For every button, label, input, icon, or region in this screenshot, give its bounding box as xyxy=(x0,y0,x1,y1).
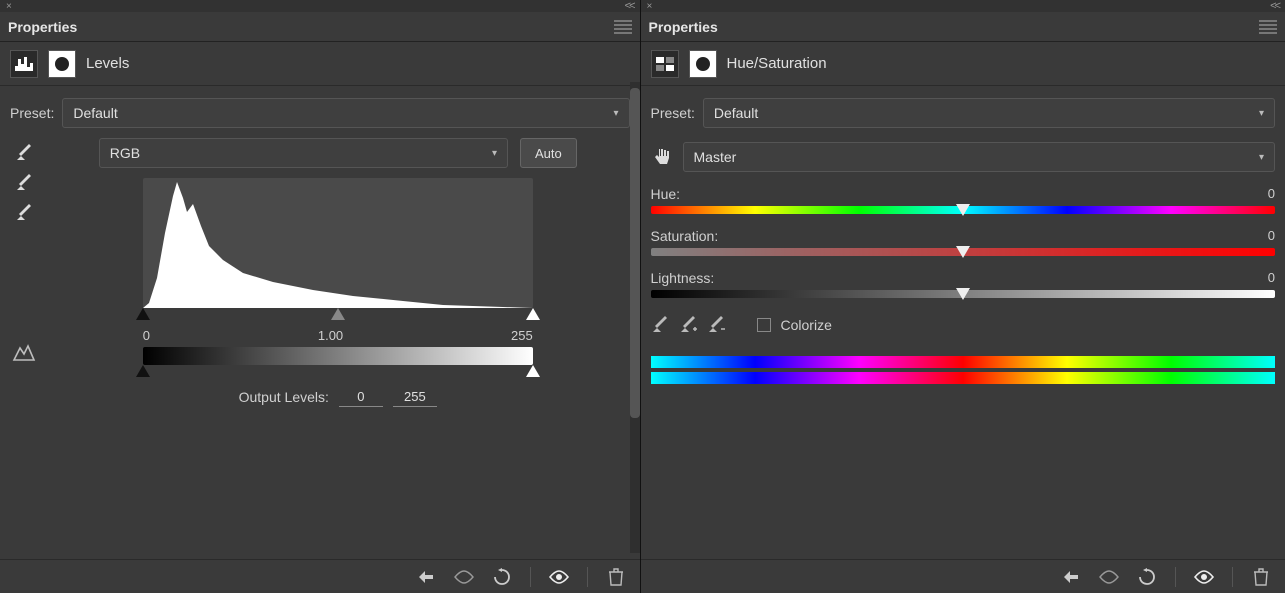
input-values-row: 0 1.00 255 xyxy=(143,324,533,347)
saturation-slider-block: Saturation: 0 xyxy=(651,228,1276,256)
lightness-label: Lightness: xyxy=(651,270,715,286)
auto-button[interactable]: Auto xyxy=(520,138,577,168)
close-icon[interactable]: × xyxy=(6,1,12,12)
preset-row: Preset: Default ▾ xyxy=(10,98,630,128)
preset-select[interactable]: Default ▾ xyxy=(703,98,1275,128)
highlight-input-value[interactable]: 255 xyxy=(511,328,533,343)
collapse-icon[interactable]: << xyxy=(625,0,634,12)
panel-title: Properties xyxy=(649,19,718,35)
midtone-slider-handle[interactable] xyxy=(331,308,345,320)
saturation-slider-handle[interactable] xyxy=(956,246,970,258)
histogram xyxy=(143,178,533,308)
output-levels-label: Output Levels: xyxy=(239,389,329,405)
output-slider-track[interactable] xyxy=(143,365,533,381)
preset-label: Preset: xyxy=(651,105,695,121)
panel-footer xyxy=(0,559,640,593)
clip-warning-icon[interactable] xyxy=(12,344,36,365)
levels-body: Preset: Default ▾ xyxy=(0,86,640,559)
adjustment-header: Levels xyxy=(0,42,640,86)
eyedropper-column xyxy=(10,138,38,407)
hue-saturation-panel: × << Properties Hue/Saturation Preset: D… xyxy=(641,0,1285,593)
saturation-label: Saturation: xyxy=(651,228,719,244)
lightness-slider-block: Lightness: 0 xyxy=(651,270,1276,298)
eyedropper-icon[interactable] xyxy=(651,316,669,334)
layer-mask-icon[interactable] xyxy=(689,50,717,78)
clip-to-layer-icon[interactable] xyxy=(1061,567,1081,587)
panel-menu-icon[interactable] xyxy=(614,20,632,34)
preset-select[interactable]: Default ▾ xyxy=(62,98,629,128)
spectrum-bars xyxy=(651,356,1276,384)
preset-label: Preset: xyxy=(10,105,54,121)
range-row: Master ▾ xyxy=(651,142,1276,172)
layer-mask-icon[interactable] xyxy=(48,50,76,78)
scrubby-hand-icon[interactable] xyxy=(651,145,675,169)
chevron-down-icon: ▾ xyxy=(492,148,497,159)
collapse-icon[interactable]: << xyxy=(1270,0,1279,12)
lightness-slider[interactable] xyxy=(651,290,1276,298)
highlight-slider-handle[interactable] xyxy=(526,308,540,320)
eyedropper-subtract-icon[interactable] xyxy=(707,316,725,334)
view-previous-icon[interactable] xyxy=(454,567,474,587)
reset-icon[interactable] xyxy=(492,567,512,587)
preset-row: Preset: Default ▾ xyxy=(651,98,1276,128)
reset-icon[interactable] xyxy=(1137,567,1157,587)
colorize-row: Colorize xyxy=(651,316,1276,334)
output-shadow-handle[interactable] xyxy=(136,365,150,377)
output-low-value[interactable]: 0 xyxy=(339,387,383,407)
hue-value[interactable]: 0 xyxy=(1268,186,1275,202)
output-high-value[interactable]: 255 xyxy=(393,387,437,407)
panel-footer xyxy=(641,559,1285,593)
close-icon[interactable]: × xyxy=(647,1,653,12)
panel-topbar: × << xyxy=(0,0,640,12)
histogram-area: RGB ▾ Auto 0 1.00 xyxy=(46,138,630,407)
input-slider-track[interactable] xyxy=(143,308,533,324)
hue-slider[interactable] xyxy=(651,206,1276,214)
shadow-slider-handle[interactable] xyxy=(136,308,150,320)
adjustment-name: Hue/Saturation xyxy=(727,55,827,72)
spectrum-bar-top xyxy=(651,356,1276,368)
lightness-value[interactable]: 0 xyxy=(1268,270,1275,286)
chevron-down-icon: ▾ xyxy=(1259,108,1264,119)
midtone-input-value[interactable]: 1.00 xyxy=(318,328,343,343)
trash-icon[interactable] xyxy=(1251,567,1271,587)
hue-label: Hue: xyxy=(651,186,681,202)
adjustment-name: Levels xyxy=(86,55,129,72)
panel-topbar: × << xyxy=(641,0,1285,12)
visibility-icon[interactable] xyxy=(1194,567,1214,587)
output-levels-row: Output Levels: 0 255 xyxy=(143,387,533,407)
levels-panel: × << Properties Levels Preset: Default ▾ xyxy=(0,0,640,593)
chevron-down-icon: ▾ xyxy=(1259,152,1264,163)
color-range-select[interactable]: Master ▾ xyxy=(683,142,1276,172)
lightness-slider-handle[interactable] xyxy=(956,288,970,300)
clip-to-layer-icon[interactable] xyxy=(416,567,436,587)
saturation-value[interactable]: 0 xyxy=(1268,228,1275,244)
levels-icon xyxy=(10,50,38,78)
channel-select[interactable]: RGB ▾ xyxy=(99,138,508,168)
eyedropper-add-icon[interactable] xyxy=(679,316,697,334)
chevron-down-icon: ▾ xyxy=(613,108,618,119)
trash-icon[interactable] xyxy=(606,567,626,587)
visibility-icon[interactable] xyxy=(549,567,569,587)
scrollbar[interactable] xyxy=(630,82,640,553)
panel-title: Properties xyxy=(8,19,77,35)
view-previous-icon[interactable] xyxy=(1099,567,1119,587)
shadow-input-value[interactable]: 0 xyxy=(143,328,150,343)
hue-slider-block: Hue: 0 xyxy=(651,186,1276,214)
colorize-checkbox[interactable] xyxy=(757,318,771,332)
spectrum-bar-bottom xyxy=(651,372,1276,384)
hue-sat-icon xyxy=(651,50,679,78)
output-highlight-handle[interactable] xyxy=(526,365,540,377)
saturation-slider[interactable] xyxy=(651,248,1276,256)
hue-sat-body: Preset: Default ▾ Master ▾ Hue: 0 xyxy=(641,86,1285,559)
gray-point-eyedropper-icon[interactable] xyxy=(15,174,33,192)
panel-title-bar: Properties xyxy=(641,12,1285,42)
panel-title-bar: Properties xyxy=(0,12,640,42)
black-point-eyedropper-icon[interactable] xyxy=(15,144,33,162)
adjustment-header: Hue/Saturation xyxy=(641,42,1285,86)
panel-menu-icon[interactable] xyxy=(1259,20,1277,34)
colorize-label: Colorize xyxy=(781,317,832,333)
white-point-eyedropper-icon[interactable] xyxy=(15,204,33,222)
output-gradient xyxy=(143,347,533,365)
hue-slider-handle[interactable] xyxy=(956,204,970,216)
